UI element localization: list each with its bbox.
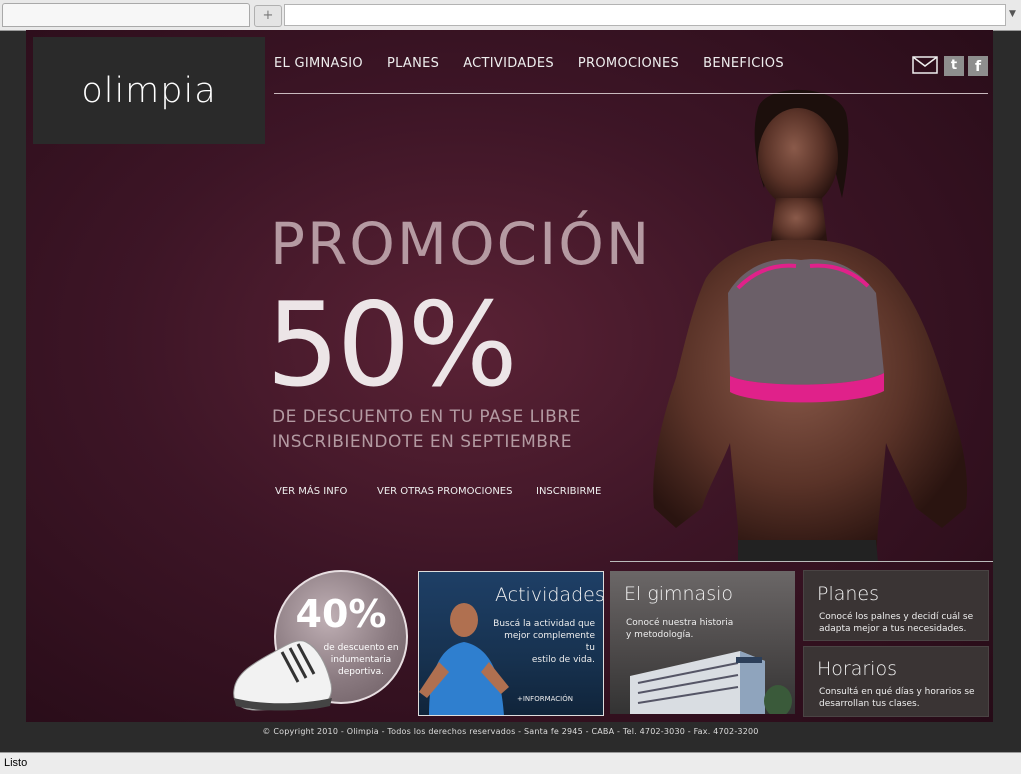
card-gimnasio-text: Conocé nuestra historia y metodología.: [626, 617, 733, 641]
promo-title: PROMOCIÓN: [270, 210, 652, 278]
address-dropdown-button[interactable]: ▼: [1006, 4, 1019, 24]
page: olimpia EL GIMNASIO PLANES ACTIVIDADES P…: [26, 30, 993, 722]
facebook-icon[interactable]: f: [968, 56, 988, 76]
card-gimnasio-title: El gimnasio: [624, 583, 733, 605]
chevron-down-icon: ▼: [1009, 9, 1016, 19]
promo-line-1: DE DESCUENTO EN TU PASE LIBRE: [272, 407, 581, 427]
nav-item-planes[interactable]: PLANES: [387, 56, 439, 76]
card-actividades-line-1: Buscá la actividad que: [493, 619, 595, 629]
card-gimnasio-line-2: y metodología.: [626, 630, 694, 640]
main-nav: EL GIMNASIO PLANES ACTIVIDADES PROMOCION…: [274, 56, 808, 76]
browser-toolbar: + ▼: [0, 0, 1021, 31]
promo-percent: 50%: [266, 278, 518, 413]
ver-mas-info-link[interactable]: VER MÁS INFO: [275, 486, 347, 497]
nav-divider: [274, 93, 988, 94]
inscribirme-link[interactable]: INSCRIBIRME: [536, 486, 601, 497]
card-planes[interactable]: Planes Conocé los palnes y decidí cuál s…: [803, 570, 989, 641]
card-actividades-line-2: mejor complemente tu: [504, 631, 595, 653]
card-actividades-more-link[interactable]: +INFORMACIÓN: [517, 693, 573, 705]
card-horarios-line-1: Consultá en qué días y horarios se: [819, 687, 975, 697]
sneaker-image: [233, 640, 332, 711]
card-actividades-text: Buscá la actividad que mejor complemente…: [493, 618, 595, 666]
card-actividades-title: Actividades: [495, 584, 604, 606]
promo-line-2: INSCRIBIENDOTE EN SEPTIEMBRE: [272, 432, 573, 452]
nav-item-promociones[interactable]: PROMOCIONES: [578, 56, 679, 76]
nav-item-el-gimnasio[interactable]: EL GIMNASIO: [274, 56, 363, 76]
card-planes-text: Conocé los palnes y decidí cuál se adapt…: [819, 611, 973, 635]
card-gimnasio-line-1: Conocé nuestra historia: [626, 618, 734, 628]
card-horarios-line-2: desarrollan tus clases.: [819, 699, 920, 709]
twitter-icon[interactable]: t: [944, 56, 964, 76]
new-tab-button[interactable]: +: [254, 5, 282, 27]
nav-item-beneficios[interactable]: BENEFICIOS: [703, 56, 784, 76]
address-bar[interactable]: [284, 4, 1006, 26]
plus-icon: +: [262, 8, 274, 23]
card-gimnasio[interactable]: El gimnasio Conocé nuestra historia y me…: [610, 571, 795, 714]
cards-divider: [610, 561, 993, 562]
card-horarios-title: Horarios: [817, 658, 897, 680]
browser-tab[interactable]: [2, 3, 250, 27]
card-planes-line-1: Conocé los palnes y decidí cuál se: [819, 612, 974, 622]
site-logo: olimpia: [81, 71, 217, 111]
athlete-image: [653, 89, 968, 562]
logo-box[interactable]: olimpia: [33, 37, 265, 144]
badge-percent: 40%: [295, 592, 387, 636]
mail-icon[interactable]: [912, 56, 938, 74]
card-actividades[interactable]: Actividades Buscá la actividad que mejor…: [418, 571, 604, 716]
ver-otras-promociones-link[interactable]: VER OTRAS PROMOCIONES: [377, 486, 512, 497]
nav-item-actividades[interactable]: ACTIVIDADES: [463, 56, 554, 76]
footer-copyright: © Copyright 2010 - Olimpia - Todos los d…: [262, 727, 759, 736]
card-actividades-line-3: estilo de vida.: [531, 655, 595, 665]
card-planes-title: Planes: [817, 583, 880, 605]
card-planes-line-2: adapta mejor a tus necesidades.: [819, 624, 967, 634]
status-bar: Listo: [0, 752, 1021, 774]
card-horarios[interactable]: Horarios Consultá en qué días y horarios…: [803, 646, 989, 717]
status-text: Listo: [4, 757, 28, 769]
card-horarios-text: Consultá en qué días y horarios se desar…: [819, 686, 975, 710]
